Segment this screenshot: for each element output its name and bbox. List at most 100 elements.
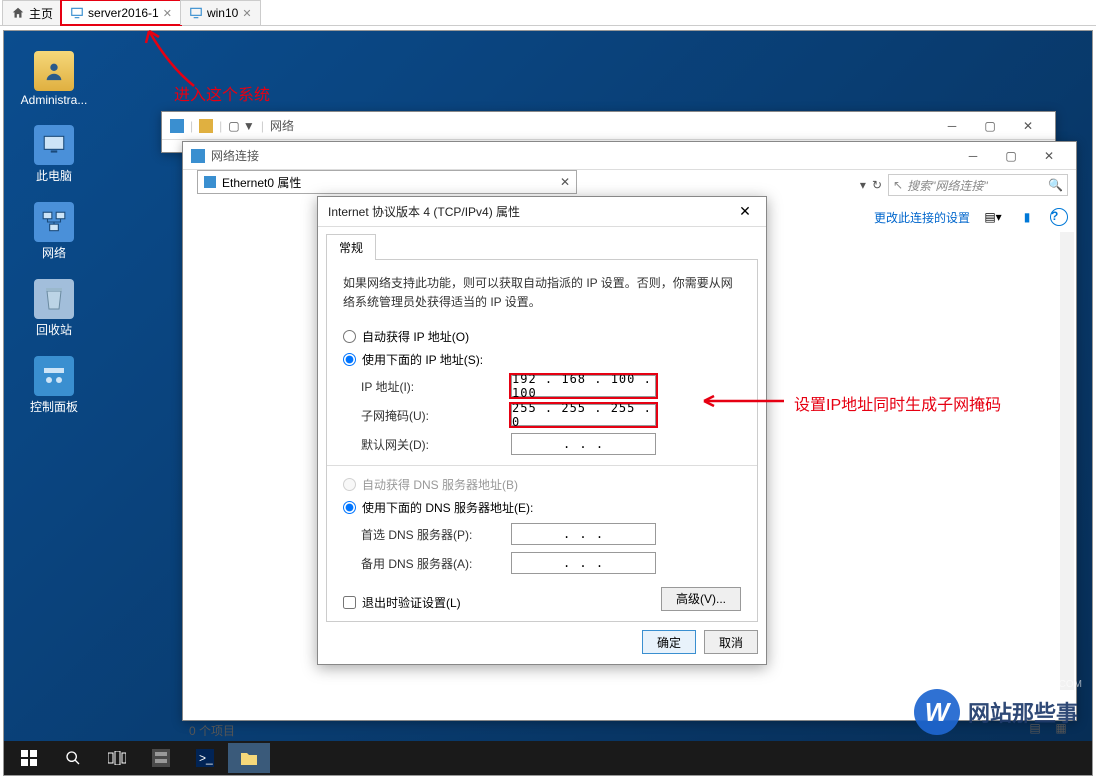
annotation-set-ip: 设置IP地址同时生成子网掩码 bbox=[794, 391, 1001, 415]
subnet-mask-input[interactable]: 255 . 255 . 255 . 0 bbox=[511, 404, 656, 426]
titlebar[interactable]: 网络连接 ─ ▢ ✕ bbox=[183, 142, 1076, 170]
close-button[interactable]: ✕ bbox=[1009, 114, 1047, 138]
taskbar-powershell[interactable]: >_ bbox=[184, 743, 226, 773]
validate-on-exit[interactable]: 退出时验证设置(L) bbox=[343, 594, 461, 611]
dns1-input[interactable]: . . . bbox=[511, 523, 656, 545]
network-icon bbox=[34, 202, 74, 242]
dialog-title: Internet 协议版本 4 (TCP/IPv4) 属性 bbox=[328, 203, 520, 220]
close-icon[interactable]: ✕ bbox=[560, 175, 570, 189]
ip-address-input[interactable]: 192 . 168 . 100 . 100 bbox=[511, 375, 656, 397]
minimize-button[interactable]: ─ bbox=[933, 114, 971, 138]
search-input[interactable]: ↖ 搜索"网络连接" 🔍 bbox=[888, 174, 1068, 196]
close-icon[interactable]: ✕ bbox=[242, 7, 251, 20]
icon-label: 此电脑 bbox=[36, 167, 72, 184]
icon-label: 回收站 bbox=[36, 321, 72, 338]
label-dns2: 备用 DNS 服务器(A): bbox=[361, 555, 511, 572]
folder-icon bbox=[240, 750, 258, 766]
home-icon bbox=[11, 6, 25, 20]
icon-network[interactable]: 网络 bbox=[19, 202, 89, 261]
advanced-button[interactable]: 高级(V)... bbox=[661, 587, 741, 611]
server-manager-icon bbox=[152, 749, 170, 767]
help-icon[interactable]: ? bbox=[1050, 208, 1068, 226]
label-ip: IP 地址(I): bbox=[361, 378, 511, 395]
tab-general[interactable]: 常规 bbox=[326, 234, 376, 260]
window-title: 网络连接 bbox=[211, 147, 259, 164]
window-title: 网络 bbox=[270, 117, 294, 134]
tab-server2016[interactable]: server2016-1 ✕ bbox=[61, 0, 181, 25]
status-count: 0 个项目 bbox=[189, 722, 235, 739]
arrow-annotation-2 bbox=[699, 391, 789, 411]
checkbox-input[interactable] bbox=[343, 596, 356, 609]
ok-button[interactable]: 确定 bbox=[642, 630, 696, 654]
annotation-enter-system: 进入这个系统 bbox=[174, 81, 270, 105]
taskbar-explorer[interactable] bbox=[228, 743, 270, 773]
tab-home[interactable]: 主页 bbox=[2, 0, 62, 25]
dropdown-icon[interactable]: ▾ bbox=[860, 178, 866, 192]
control-panel-icon bbox=[34, 356, 74, 396]
titlebar[interactable]: | | ▢ ▼ | 网络 ─ ▢ ✕ bbox=[162, 112, 1055, 140]
dns2-input[interactable]: . . . bbox=[511, 552, 656, 574]
change-settings-link[interactable]: 更改此连接的设置 bbox=[874, 209, 970, 226]
radio-input[interactable] bbox=[343, 501, 356, 514]
monitor-icon bbox=[70, 6, 84, 20]
icon-label: 控制面板 bbox=[30, 398, 78, 415]
radio-input[interactable] bbox=[343, 330, 356, 343]
vm-tab-bar: 主页 server2016-1 ✕ win10 ✕ bbox=[0, 0, 1096, 26]
scrollbar[interactable] bbox=[1060, 232, 1074, 690]
monitor-icon bbox=[189, 6, 203, 20]
view-options-icon[interactable]: ▤▾ bbox=[982, 206, 1004, 228]
details-pane-icon[interactable]: ▮ bbox=[1016, 206, 1038, 228]
tab-home-label: 主页 bbox=[29, 5, 53, 22]
label-dns1: 首选 DNS 服务器(P): bbox=[361, 526, 511, 543]
folder-user-icon bbox=[34, 51, 74, 91]
refresh-icon[interactable]: ↻ bbox=[872, 178, 882, 192]
radio-auto-dns: 自动获得 DNS 服务器地址(B) bbox=[343, 476, 741, 493]
network-connections-icon bbox=[191, 149, 205, 163]
close-button[interactable]: ✕ bbox=[1030, 144, 1068, 168]
cursor-icon: ↖ bbox=[893, 178, 903, 192]
search-button[interactable] bbox=[52, 743, 94, 773]
ipv4-properties-dialog: Internet 协议版本 4 (TCP/IPv4) 属性 ✕ 常规 如果网络支… bbox=[317, 196, 767, 665]
watermark-badge: W bbox=[914, 689, 960, 735]
search-icon[interactable]: 🔍 bbox=[1048, 178, 1063, 192]
radio-input bbox=[343, 478, 356, 491]
ethernet-title: Ethernet0 属性 bbox=[222, 174, 301, 191]
icon-recycle-bin[interactable]: 回收站 bbox=[19, 279, 89, 338]
task-view-button[interactable] bbox=[96, 743, 138, 773]
radio-input[interactable] bbox=[343, 353, 356, 366]
radio-label: 使用下面的 IP 地址(S): bbox=[362, 351, 483, 368]
cancel-button[interactable]: 取消 bbox=[704, 630, 758, 654]
watermark-logo: W 网站那些事 bbox=[914, 689, 1078, 735]
close-button[interactable]: ✕ bbox=[730, 200, 760, 224]
radio-label: 使用下面的 DNS 服务器地址(E): bbox=[362, 499, 533, 516]
search-placeholder: 搜索"网络连接" bbox=[907, 177, 1048, 194]
label-gateway: 默认网关(D): bbox=[361, 436, 511, 453]
network-icon bbox=[170, 119, 184, 133]
icon-this-pc[interactable]: 此电脑 bbox=[19, 125, 89, 184]
maximize-button[interactable]: ▢ bbox=[971, 114, 1009, 138]
recycle-bin-icon bbox=[34, 279, 74, 319]
radio-auto-ip[interactable]: 自动获得 IP 地址(O) bbox=[343, 328, 741, 345]
tab-server-label: server2016-1 bbox=[88, 6, 159, 20]
radio-manual-dns[interactable]: 使用下面的 DNS 服务器地址(E): bbox=[343, 499, 741, 516]
tab-win10[interactable]: win10 ✕ bbox=[180, 0, 261, 25]
gateway-input[interactable]: . . . bbox=[511, 433, 656, 455]
dialog-description: 如果网络支持此功能，则可以获取自动指派的 IP 设置。否则，你需要从网络系统管理… bbox=[343, 274, 741, 312]
minimize-button[interactable]: ─ bbox=[954, 144, 992, 168]
radio-label: 自动获得 DNS 服务器地址(B) bbox=[362, 476, 518, 493]
pc-icon bbox=[34, 125, 74, 165]
search-icon bbox=[65, 750, 81, 766]
icon-control-panel[interactable]: 控制面板 bbox=[19, 356, 89, 415]
taskbar-server-manager[interactable] bbox=[140, 743, 182, 773]
close-icon[interactable]: ✕ bbox=[163, 7, 172, 20]
folder-icon bbox=[199, 119, 213, 133]
start-button[interactable] bbox=[8, 743, 50, 773]
radio-manual-ip[interactable]: 使用下面的 IP 地址(S): bbox=[343, 351, 741, 368]
maximize-button[interactable]: ▢ bbox=[992, 144, 1030, 168]
status-bar: 0 个项目 bbox=[189, 722, 235, 739]
windows-icon bbox=[21, 750, 37, 766]
checkbox-label: 退出时验证设置(L) bbox=[362, 594, 461, 611]
icon-administrator[interactable]: Administra... bbox=[19, 51, 89, 107]
ethernet-properties-tab[interactable]: Ethernet0 属性 ✕ bbox=[197, 170, 577, 194]
dialog-titlebar[interactable]: Internet 协议版本 4 (TCP/IPv4) 属性 ✕ bbox=[318, 197, 766, 227]
